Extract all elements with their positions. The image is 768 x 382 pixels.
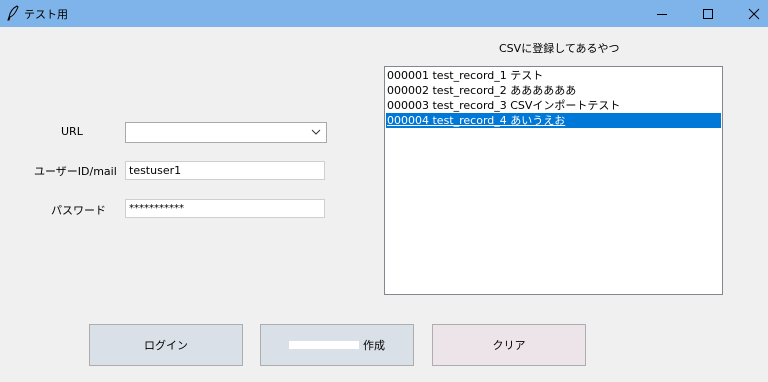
minimize-icon	[657, 13, 667, 15]
record-listbox[interactable]: 000001 test_record_1 テスト 000002 test_rec…	[384, 66, 723, 295]
user-id-label: ユーザーID/mail	[34, 165, 117, 178]
maximize-button[interactable]	[686, 0, 730, 27]
list-heading: CSVに登録してあるやつ	[499, 42, 620, 55]
list-item[interactable]: 000001 test_record_1 テスト	[386, 68, 721, 83]
title-bar[interactable]: テスト用	[0, 0, 768, 27]
close-button[interactable]	[732, 0, 768, 27]
login-button-label: ログイン	[144, 339, 188, 352]
close-icon	[748, 8, 760, 19]
url-label: URL	[61, 125, 83, 138]
clear-button[interactable]: クリア	[432, 324, 586, 366]
maximize-icon	[703, 8, 713, 19]
login-button[interactable]: ログイン	[89, 324, 243, 366]
minimize-button[interactable]	[640, 0, 684, 27]
create-button-label: 作成	[363, 339, 385, 352]
redacted-text	[289, 341, 359, 349]
create-button[interactable]: 作成	[260, 324, 414, 366]
user-id-input[interactable]: testuser1	[125, 161, 325, 180]
password-input[interactable]: ***********	[125, 199, 325, 218]
url-select[interactable]	[125, 122, 327, 143]
chevron-down-icon[interactable]	[309, 126, 323, 139]
feather-icon	[7, 5, 19, 21]
clear-button-label: クリア	[492, 339, 526, 352]
list-item-selected[interactable]: 000004 test_record_4 あいうえお	[386, 113, 721, 128]
password-label: パスワード	[51, 204, 106, 217]
window-title: テスト用	[24, 8, 68, 21]
list-item[interactable]: 000002 test_record_2 ああああああ	[386, 83, 721, 98]
list-item[interactable]: 000003 test_record_3 CSVインポートテスト	[386, 98, 721, 113]
